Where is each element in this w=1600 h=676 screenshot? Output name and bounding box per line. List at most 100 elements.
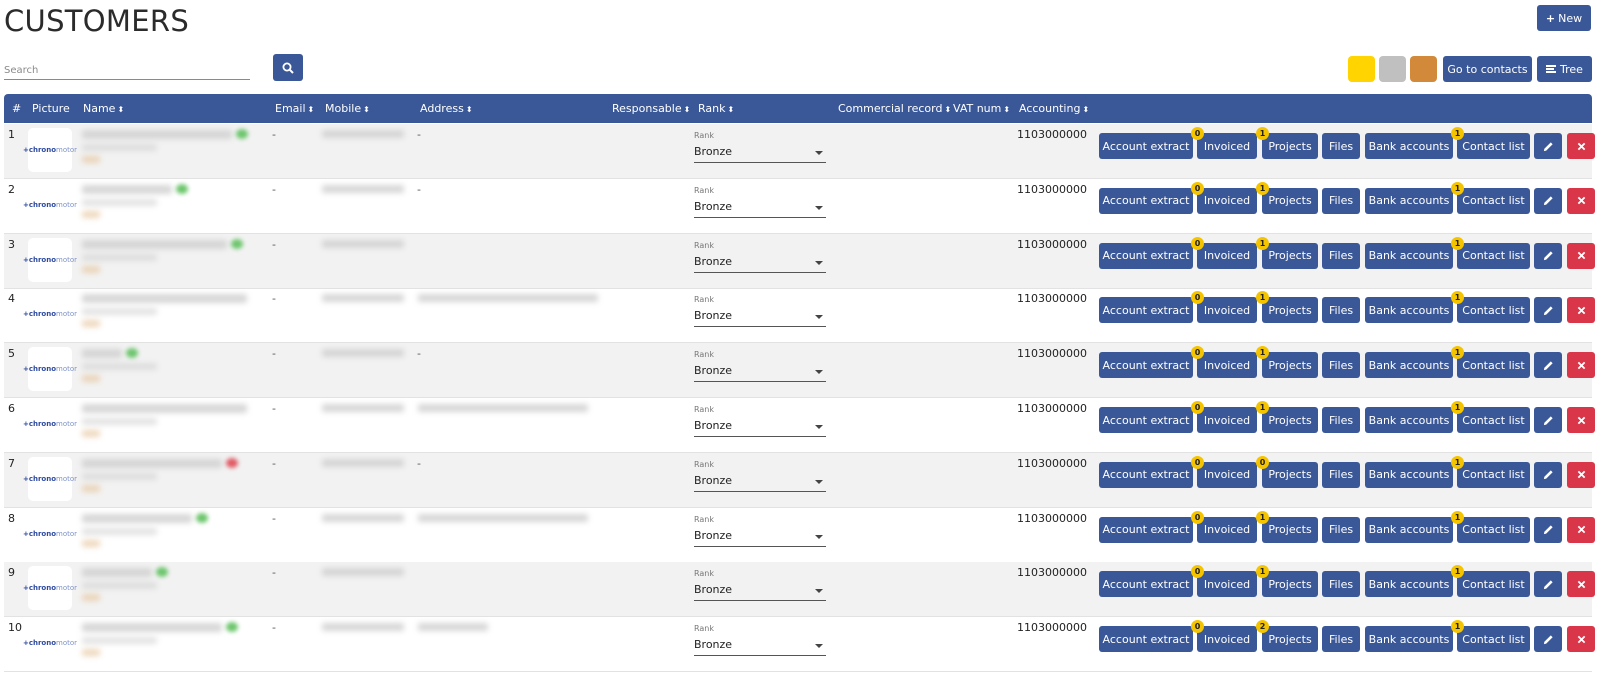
- account-extract-button[interactable]: Account extract: [1099, 187, 1193, 214]
- rank-select[interactable]: Bronze: [694, 580, 826, 602]
- table-row[interactable]: 5 +chrono motor - - Rank Bronze 1103000000 Accou…: [4, 343, 1595, 399]
- contact-list-button[interactable]: Contact list 1: [1451, 510, 1530, 543]
- rank-select[interactable]: Bronze: [694, 416, 826, 437]
- invoiced-button[interactable]: Invoiced 0: [1191, 455, 1257, 488]
- files-button[interactable]: Files: [1322, 187, 1360, 214]
- invoiced-button[interactable]: Invoiced 0: [1191, 510, 1257, 543]
- table-row[interactable]: 3 +chrono motor - Rank Bronze 1103000000 Accoun…: [4, 233, 1595, 289]
- projects-button[interactable]: Projects 1: [1256, 291, 1318, 324]
- contact-list-button[interactable]: Contact list 1: [1451, 565, 1530, 598]
- rank-select[interactable]: Bronze: [694, 306, 826, 328]
- account-extract-button[interactable]: Account extract: [1099, 407, 1193, 433]
- edit-button[interactable]: [1534, 626, 1562, 653]
- header-vat-num[interactable]: VAT num ⬍: [953, 102, 1010, 115]
- account-extract-button[interactable]: Account extract: [1099, 461, 1193, 488]
- bank-accounts-button[interactable]: Bank accounts: [1365, 352, 1453, 379]
- new-button[interactable]: + New: [1537, 5, 1591, 31]
- bank-accounts-button[interactable]: Bank accounts: [1365, 242, 1453, 269]
- bank-accounts-button[interactable]: Bank accounts: [1365, 626, 1453, 653]
- edit-button[interactable]: [1534, 407, 1562, 433]
- bank-accounts-button[interactable]: Bank accounts: [1365, 516, 1453, 543]
- projects-button[interactable]: Projects 1: [1256, 510, 1318, 543]
- bank-accounts-button[interactable]: Bank accounts: [1365, 461, 1453, 488]
- table-row[interactable]: 1 +chrono motor - - Rank Bronze 1103000000 Accou…: [4, 124, 1595, 179]
- bank-accounts-button[interactable]: Bank accounts: [1365, 571, 1453, 598]
- files-button[interactable]: Files: [1322, 626, 1360, 653]
- header-address[interactable]: Address ⬍: [420, 102, 473, 115]
- rank-select[interactable]: Bronze: [694, 252, 826, 273]
- table-row[interactable]: 9 +chrono motor - Rank Bronze 1103000000 Accoun…: [4, 562, 1595, 618]
- edit-button[interactable]: [1534, 133, 1562, 159]
- edit-button[interactable]: [1534, 242, 1562, 269]
- contact-list-button[interactable]: Contact list 1: [1451, 346, 1530, 379]
- invoiced-button[interactable]: Invoiced 0: [1191, 620, 1257, 653]
- delete-button[interactable]: [1567, 297, 1595, 324]
- files-button[interactable]: Files: [1322, 297, 1360, 324]
- edit-button[interactable]: [1534, 187, 1562, 214]
- rank-select[interactable]: Bronze: [694, 361, 826, 383]
- header-rank[interactable]: Rank ⬍: [698, 102, 734, 115]
- header-mobile[interactable]: Mobile ⬍: [325, 102, 370, 115]
- table-row[interactable]: 7 +chrono motor - - Rank Bronze 1103000000 Accou…: [4, 452, 1595, 508]
- projects-button[interactable]: Projects 1: [1256, 236, 1318, 269]
- tree-button[interactable]: Tree: [1537, 56, 1592, 82]
- rank-select[interactable]: Bronze: [694, 142, 826, 163]
- header-commercial-record[interactable]: Commercial record ⬍: [838, 102, 951, 115]
- gold-filter-swatch[interactable]: [1348, 56, 1375, 82]
- files-button[interactable]: Files: [1322, 242, 1360, 269]
- delete-button[interactable]: [1567, 516, 1595, 543]
- table-row[interactable]: 2 +chrono motor - - Rank Bronze 1103000000 Accou…: [4, 179, 1595, 234]
- header-responsable[interactable]: Responsable ⬍: [612, 102, 690, 115]
- bronze-filter-swatch[interactable]: [1410, 56, 1437, 82]
- silver-filter-swatch[interactable]: [1379, 56, 1406, 82]
- contact-list-button[interactable]: Contact list 1: [1451, 236, 1530, 269]
- contact-list-button[interactable]: Contact list 1: [1451, 127, 1530, 159]
- files-button[interactable]: Files: [1322, 516, 1360, 543]
- rank-select[interactable]: Bronze: [694, 471, 826, 492]
- projects-button[interactable]: Projects 1: [1256, 346, 1318, 379]
- rank-select[interactable]: Bronze: [694, 635, 826, 657]
- account-extract-button[interactable]: Account extract: [1099, 571, 1193, 598]
- account-extract-button[interactable]: Account extract: [1099, 297, 1193, 324]
- bank-accounts-button[interactable]: Bank accounts: [1365, 407, 1453, 433]
- edit-button[interactable]: [1534, 352, 1562, 379]
- rank-select[interactable]: Bronze: [694, 197, 826, 218]
- account-extract-button[interactable]: Account extract: [1099, 242, 1193, 269]
- search-input[interactable]: [4, 54, 250, 79]
- invoiced-button[interactable]: Invoiced 0: [1191, 127, 1257, 159]
- account-extract-button[interactable]: Account extract: [1099, 133, 1193, 159]
- files-button[interactable]: Files: [1322, 461, 1360, 488]
- rank-select[interactable]: Bronze: [694, 526, 826, 547]
- contact-list-button[interactable]: Contact list 1: [1451, 181, 1530, 214]
- account-extract-button[interactable]: Account extract: [1099, 626, 1193, 653]
- invoiced-button[interactable]: Invoiced 0: [1191, 181, 1257, 214]
- edit-button[interactable]: [1534, 297, 1562, 324]
- bank-accounts-button[interactable]: Bank accounts: [1365, 133, 1453, 159]
- account-extract-button[interactable]: Account extract: [1099, 352, 1193, 379]
- projects-button[interactable]: Projects 1: [1256, 565, 1318, 598]
- contact-list-button[interactable]: Contact list 1: [1451, 291, 1530, 324]
- table-row[interactable]: 6 +chrono motor - Rank Bronze 1103000000 Accoun…: [4, 398, 1595, 453]
- files-button[interactable]: Files: [1322, 352, 1360, 379]
- delete-button[interactable]: [1567, 133, 1595, 159]
- delete-button[interactable]: [1567, 407, 1595, 433]
- invoiced-button[interactable]: Invoiced 0: [1191, 565, 1257, 598]
- edit-button[interactable]: [1534, 516, 1562, 543]
- projects-button[interactable]: Projects 2: [1256, 620, 1318, 653]
- files-button[interactable]: Files: [1322, 133, 1360, 159]
- invoiced-button[interactable]: Invoiced 0: [1191, 236, 1257, 269]
- delete-button[interactable]: [1567, 571, 1595, 598]
- edit-button[interactable]: [1534, 461, 1562, 488]
- delete-button[interactable]: [1567, 242, 1595, 269]
- contact-list-button[interactable]: Contact list 1: [1451, 620, 1530, 653]
- delete-button[interactable]: [1567, 352, 1595, 379]
- delete-button[interactable]: [1567, 461, 1595, 488]
- bank-accounts-button[interactable]: Bank accounts: [1365, 297, 1453, 324]
- contact-list-button[interactable]: Contact list 1: [1451, 455, 1530, 488]
- delete-button[interactable]: [1567, 187, 1595, 214]
- projects-button[interactable]: Projects 0: [1256, 455, 1318, 488]
- contact-list-button[interactable]: Contact list 1: [1451, 401, 1530, 433]
- files-button[interactable]: Files: [1322, 407, 1360, 433]
- invoiced-button[interactable]: Invoiced 0: [1191, 401, 1257, 433]
- account-extract-button[interactable]: Account extract: [1099, 516, 1193, 543]
